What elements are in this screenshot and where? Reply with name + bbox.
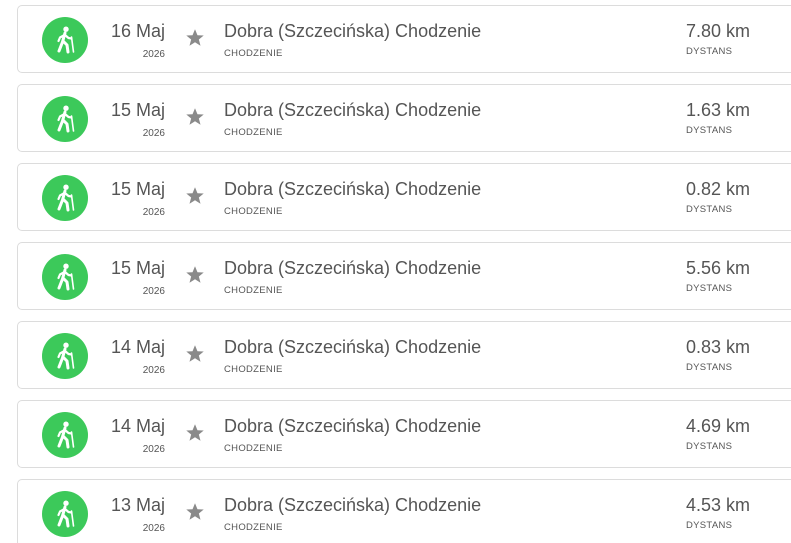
activity-date-year: 2026 bbox=[142, 365, 165, 376]
distance-label: DYSTANS bbox=[686, 441, 733, 452]
activity-title[interactable]: Dobra (Szczecińska) Chodzenie bbox=[224, 337, 481, 358]
activity-date-year: 2026 bbox=[142, 523, 165, 534]
activity-date-year: 2026 bbox=[142, 49, 165, 60]
distance-label: DYSTANS bbox=[686, 362, 733, 373]
activity-card[interactable]: 15 Maj 2026 Dobra (Szczecińska) Chodzeni… bbox=[17, 242, 791, 310]
activity-date-day: 15 Maj bbox=[110, 179, 165, 199]
activity-type: CHODZENIE bbox=[224, 48, 283, 59]
walking-person-icon[interactable] bbox=[42, 412, 88, 458]
activity-date-day: 14 Maj bbox=[110, 337, 165, 357]
distance-label: DYSTANS bbox=[686, 204, 733, 215]
activity-card[interactable]: 16 Maj 2026 Dobra (Szczecińska) Chodzeni… bbox=[17, 5, 791, 73]
activity-distance: 4.69 km bbox=[686, 416, 751, 436]
star-icon[interactable] bbox=[184, 343, 206, 365]
activity-title[interactable]: Dobra (Szczecińska) Chodzenie bbox=[224, 495, 481, 516]
activity-title[interactable]: Dobra (Szczecińska) Chodzenie bbox=[224, 21, 481, 42]
distance-label: DYSTANS bbox=[686, 46, 733, 57]
activity-card[interactable]: 14 Maj 2026 Dobra (Szczecińska) Chodzeni… bbox=[17, 321, 791, 389]
star-icon[interactable] bbox=[184, 422, 206, 444]
activity-title[interactable]: Dobra (Szczecińska) Chodzenie bbox=[224, 179, 481, 200]
activity-card[interactable]: 15 Maj 2026 Dobra (Szczecińska) Chodzeni… bbox=[17, 84, 791, 152]
distance-label: DYSTANS bbox=[686, 125, 733, 136]
activity-card[interactable]: 15 Maj 2026 Dobra (Szczecińska) Chodzeni… bbox=[17, 163, 791, 231]
activity-title[interactable]: Dobra (Szczecińska) Chodzenie bbox=[224, 416, 481, 437]
activity-title[interactable]: Dobra (Szczecińska) Chodzenie bbox=[224, 100, 481, 121]
activity-date-year: 2026 bbox=[142, 286, 165, 297]
activity-distance: 4.53 km bbox=[686, 495, 751, 515]
activity-distance: 0.82 km bbox=[686, 179, 751, 199]
walking-person-icon[interactable] bbox=[42, 333, 88, 379]
activity-card[interactable]: 13 Maj 2026 Dobra (Szczecińska) Chodzeni… bbox=[17, 479, 791, 543]
star-icon[interactable] bbox=[184, 501, 206, 523]
activity-distance: 5.56 km bbox=[686, 258, 751, 278]
activity-distance: 0.83 km bbox=[686, 337, 751, 357]
activity-date-day: 16 Maj bbox=[110, 21, 165, 41]
distance-label: DYSTANS bbox=[686, 283, 733, 294]
activity-title[interactable]: Dobra (Szczecińska) Chodzenie bbox=[224, 258, 481, 279]
activity-distance: 1.63 km bbox=[686, 100, 751, 120]
activity-date-year: 2026 bbox=[142, 444, 165, 455]
walking-person-icon[interactable] bbox=[42, 17, 88, 63]
activity-type: CHODZENIE bbox=[224, 206, 283, 217]
activity-card[interactable]: 14 Maj 2026 Dobra (Szczecińska) Chodzeni… bbox=[17, 400, 791, 468]
activity-distance: 7.80 km bbox=[686, 21, 751, 41]
walking-person-icon[interactable] bbox=[42, 254, 88, 300]
activity-type: CHODZENIE bbox=[224, 127, 283, 138]
activity-date-day: 15 Maj bbox=[110, 100, 165, 120]
activity-type: CHODZENIE bbox=[224, 522, 283, 533]
walking-person-icon[interactable] bbox=[42, 175, 88, 221]
activity-date-day: 14 Maj bbox=[110, 416, 165, 436]
star-icon[interactable] bbox=[184, 106, 206, 128]
walking-person-icon[interactable] bbox=[42, 491, 88, 537]
activity-type: CHODZENIE bbox=[224, 285, 283, 296]
star-icon[interactable] bbox=[184, 27, 206, 49]
activity-date-day: 15 Maj bbox=[110, 258, 165, 278]
walking-person-icon[interactable] bbox=[42, 96, 88, 142]
activity-date-day: 13 Maj bbox=[110, 495, 165, 515]
activity-type: CHODZENIE bbox=[224, 364, 283, 375]
activity-date-year: 2026 bbox=[142, 128, 165, 139]
star-icon[interactable] bbox=[184, 185, 206, 207]
star-icon[interactable] bbox=[184, 264, 206, 286]
distance-label: DYSTANS bbox=[686, 520, 733, 531]
activity-date-year: 2026 bbox=[142, 207, 165, 218]
activity-list: 16 Maj 2026 Dobra (Szczecińska) Chodzeni… bbox=[0, 0, 791, 543]
activity-type: CHODZENIE bbox=[224, 443, 283, 454]
